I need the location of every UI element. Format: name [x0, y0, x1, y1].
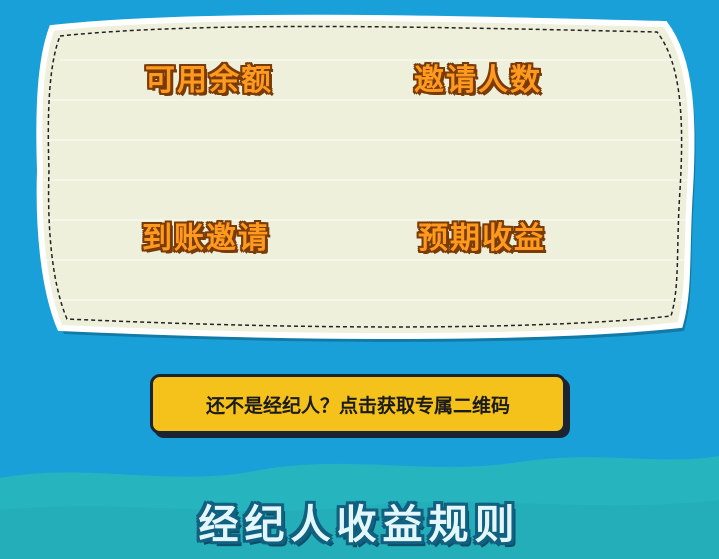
get-qr-code-button[interactable]: 还不是经纪人？点击获取专属二维码: [150, 374, 566, 434]
background-art: [0, 14, 719, 559]
stats-card: [36, 14, 695, 339]
account-invite-label: 到账邀请: [142, 221, 270, 256]
available-balance-label: 可用余额: [145, 63, 273, 98]
rules-section-title: 经纪人收益规则: [198, 502, 521, 548]
invite-count-label: 邀请人数: [414, 63, 542, 98]
expected-income-label: 预期收益: [418, 221, 546, 256]
